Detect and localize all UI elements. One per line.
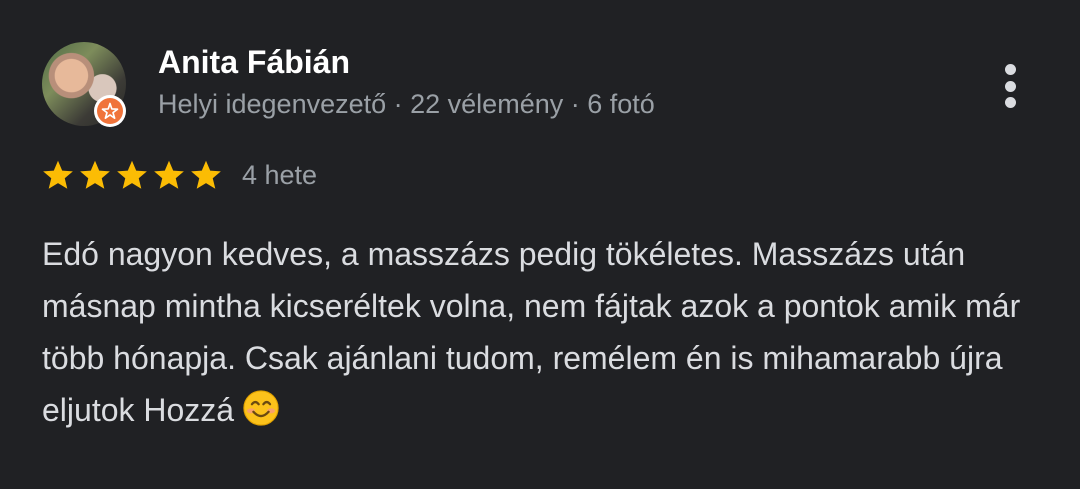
author-name[interactable]: Anita Fábián (158, 44, 350, 81)
review-text: Edó nagyon kedves, a masszázs pedig töké… (42, 228, 1032, 442)
local-guide-badge-icon (94, 95, 126, 127)
star-filled-icon (188, 157, 224, 193)
star-filled-icon (40, 157, 76, 193)
author-meta: Helyi idegenvezető · 22 vélemény · 6 fot… (158, 89, 655, 119)
star-rating (40, 157, 224, 193)
star-filled-icon (151, 157, 187, 193)
more-options-icon[interactable] (992, 58, 1028, 114)
review-time: 4 hete (242, 160, 318, 190)
star-filled-icon (114, 157, 150, 193)
star-filled-icon (77, 157, 113, 193)
smiling-face-emoji-icon (242, 389, 280, 442)
review-card: Anita Fábián Helyi idegenvezető · 22 vél… (0, 0, 1080, 489)
review-body: Edó nagyon kedves, a masszázs pedig töké… (42, 236, 1021, 428)
local-guide-star-icon (101, 102, 119, 120)
